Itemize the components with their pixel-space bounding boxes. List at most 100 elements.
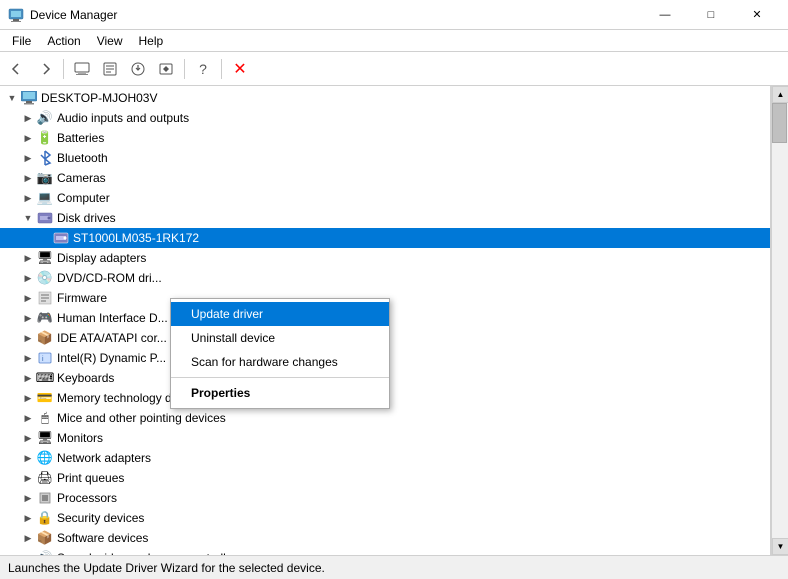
update-driver-button[interactable] [125,56,151,82]
monitors-expand-icon[interactable]: ▶ [20,430,36,446]
display-label: Display adapters [57,251,146,265]
security-expand-icon[interactable]: ▶ [20,510,36,526]
sound-label: Sound, video and game controllers [57,551,242,555]
toolbar-sep1 [63,59,64,79]
memory-icon: 💳 [36,389,54,407]
diskdrives-icon [36,209,54,227]
bluetooth-expand-icon[interactable]: ▶ [20,150,36,166]
menu-view[interactable]: View [89,32,131,50]
display-expand-icon[interactable]: ▶ [20,250,36,266]
context-menu: Update driver Uninstall device Scan for … [170,298,390,409]
ide-expand-icon[interactable]: ▶ [20,330,36,346]
window: Device Manager — □ ✕ File Action View He… [0,0,788,579]
scroll-down-button[interactable]: ▼ [772,538,788,555]
diskdrives-expand-icon[interactable]: ▼ [20,210,36,226]
network-label: Network adapters [57,451,151,465]
close-button[interactable]: ✕ [734,0,780,30]
dvd-icon: 💿 [36,269,54,287]
bluetooth-label: Bluetooth [57,151,108,165]
firmware-icon [36,289,54,307]
toolbar: ? ✕ [0,52,788,86]
forward-button[interactable] [32,56,58,82]
tree-item-proc[interactable]: ▶ Processors [0,488,770,508]
computer-icon: 💻 [36,189,54,207]
minimize-button[interactable]: — [642,0,688,30]
root-computer-icon [20,89,38,107]
sound-expand-icon[interactable]: ▶ [20,550,36,555]
intel-expand-icon[interactable]: ▶ [20,350,36,366]
firmware-label: Firmware [57,291,107,305]
ctx-uninstall-device[interactable]: Uninstall device [171,326,389,350]
tree-item-monitors[interactable]: ▶ 🖥 Monitors [0,428,770,448]
ctx-properties[interactable]: Properties [171,381,389,405]
maximize-button[interactable]: □ [688,0,734,30]
network-icon: 🌐 [36,449,54,467]
computer-expand-icon[interactable]: ▶ [20,190,36,206]
ide-label: IDE ATA/ATAPI cor... [57,331,167,345]
remove-button[interactable]: ✕ [227,56,253,82]
software-label: Software devices [57,531,148,545]
tree-item-network[interactable]: ▶ 🌐 Network adapters [0,448,770,468]
menu-file[interactable]: File [4,32,39,50]
keyboards-expand-icon[interactable]: ▶ [20,370,36,386]
mice-label: Mice and other pointing devices [57,411,226,425]
tree-item-print[interactable]: ▶ 🖨 Print queues [0,468,770,488]
scrollbar[interactable]: ▲ ▼ [771,86,788,555]
help-button[interactable]: ? [190,56,216,82]
menu-action[interactable]: Action [39,32,88,50]
tree-item-st1000[interactable]: ▶ ST1000LM035-1RK172 [0,228,770,248]
ctx-update-driver[interactable]: Update driver [171,302,389,326]
dvd-expand-icon[interactable]: ▶ [20,270,36,286]
st1000-icon [52,229,70,247]
ctx-scan-hardware[interactable]: Scan for hardware changes [171,350,389,374]
tree-item-mice[interactable]: ▶ 🖱 Mice and other pointing devices [0,408,770,428]
title-bar: Device Manager — □ ✕ [0,0,788,30]
security-icon: 🔒 [36,509,54,527]
scroll-track[interactable] [772,103,788,538]
software-expand-icon[interactable]: ▶ [20,530,36,546]
tree-item-software[interactable]: ▶ 📦 Software devices [0,528,770,548]
tree-item-computer[interactable]: ▶ 💻 Computer [0,188,770,208]
proc-label: Processors [57,491,117,505]
properties-button[interactable] [97,56,123,82]
audio-label: Audio inputs and outputs [57,111,189,125]
tree-item-cameras[interactable]: ▶ 📷 Cameras [0,168,770,188]
tree-item-batteries[interactable]: ▶ 🔋 Batteries [0,128,770,148]
network-expand-icon[interactable]: ▶ [20,450,36,466]
computer-button[interactable] [69,56,95,82]
tree-item-display[interactable]: ▶ 🖥 Display adapters [0,248,770,268]
hid-expand-icon[interactable]: ▶ [20,310,36,326]
hid-label: Human Interface D... [57,311,168,325]
toolbar-sep3 [221,59,222,79]
tree-item-bluetooth[interactable]: ▶ Bluetooth [0,148,770,168]
menu-help[interactable]: Help [131,32,172,50]
batteries-expand-icon[interactable]: ▶ [20,130,36,146]
cameras-expand-icon[interactable]: ▶ [20,170,36,186]
status-text: Launches the Update Driver Wizard for th… [8,561,325,575]
hid-icon: 🎮 [36,309,54,327]
tree-root[interactable]: ▼ DESKTOP-MJOH03V [0,88,770,108]
tree-item-security[interactable]: ▶ 🔒 Security devices [0,508,770,528]
menu-bar: File Action View Help [0,30,788,52]
monitors-label: Monitors [57,431,103,445]
root-expand-icon[interactable]: ▼ [4,90,20,106]
tree-item-sound[interactable]: ▶ 🔊 Sound, video and game controllers [0,548,770,555]
scroll-thumb[interactable] [772,103,787,143]
audio-expand-icon[interactable]: ▶ [20,110,36,126]
intel-label: Intel(R) Dynamic P... [57,351,166,365]
intel-icon: i [36,349,54,367]
proc-expand-icon[interactable]: ▶ [20,490,36,506]
scan-hardware-button[interactable] [153,56,179,82]
tree-item-diskdrives[interactable]: ▼ Disk drives [0,208,770,228]
keyboards-icon: ⌨ [36,369,54,387]
tree-item-dvd[interactable]: ▶ 💿 DVD/CD-ROM dri... [0,268,770,288]
window-title: Device Manager [30,8,642,22]
scroll-up-button[interactable]: ▲ [772,86,788,103]
back-button[interactable] [4,56,30,82]
mice-expand-icon[interactable]: ▶ [20,410,36,426]
tree-item-audio[interactable]: ▶ 🔊 Audio inputs and outputs [0,108,770,128]
memory-expand-icon[interactable]: ▶ [20,390,36,406]
window-controls: — □ ✕ [642,0,780,30]
firmware-expand-icon[interactable]: ▶ [20,290,36,306]
print-expand-icon[interactable]: ▶ [20,470,36,486]
